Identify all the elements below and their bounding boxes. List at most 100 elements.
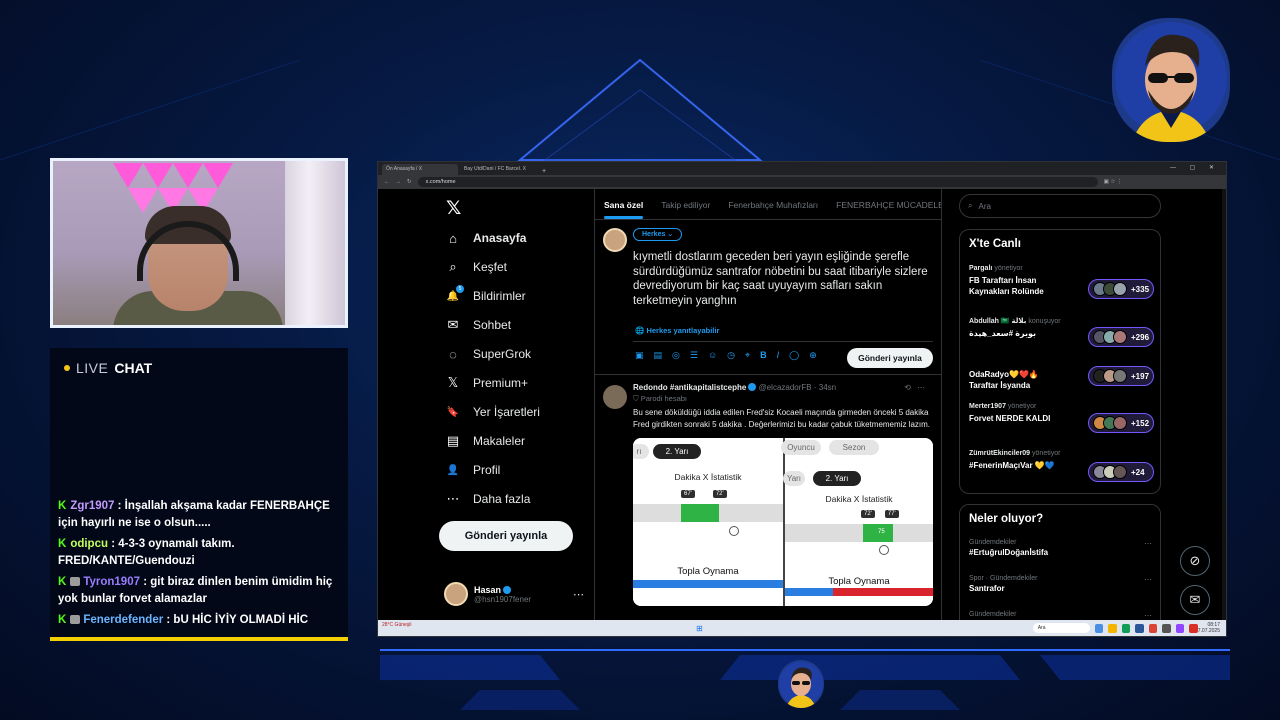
nav-item-home[interactable]: ⌂ Anasayfa — [446, 231, 526, 246]
tweet-author-name[interactable]: Redondo #antikapitalistcephe — [633, 383, 746, 392]
nav-item-bookmarks[interactable]: 🔖 Yer İşaretleri — [446, 405, 540, 419]
nav-item-profile[interactable]: 👤 Profil — [446, 463, 501, 477]
window-controls[interactable]: — ▢ ✕ — [1170, 164, 1220, 171]
scrollbar[interactable] — [1222, 189, 1226, 622]
space-listeners[interactable]: +335 — [1088, 279, 1154, 299]
nav-item-more[interactable]: ⋯ Daha fazla — [446, 491, 531, 506]
nav-item-premium[interactable]: 𝕏 Premium+ — [446, 375, 528, 390]
more-options-icon[interactable]: ⋯ — [917, 383, 931, 392]
tweet-actions[interactable]: ⟲⋯ — [904, 383, 931, 392]
url-field[interactable]: x.com/home — [417, 177, 1098, 187]
search-input[interactable]: ⌕ Ara — [959, 194, 1161, 218]
nav-item-notifications[interactable]: 🔔 5 Bildirimler — [446, 285, 526, 303]
reload-icon[interactable]: ↻ — [407, 179, 412, 185]
italic-icon[interactable]: I — [777, 350, 780, 361]
taskbar-search[interactable]: Ara — [1032, 623, 1090, 633]
space-item[interactable]: OdaRadyo💛❤️🔥 Taraftar İsyanda +197 — [969, 366, 1154, 391]
browser-tab-x-home[interactable]: Ön Anasayfa / X — [382, 164, 458, 175]
avatar — [444, 582, 468, 606]
explorer-icon[interactable] — [1108, 623, 1117, 633]
space-item[interactable]: ZümrütEkinciler09 yönetiyor #FenerinMaçı… — [969, 450, 1154, 482]
compose-toolbar: ▣ ▤ ◎ ☰ ☺ ◷ ⌖ B I ◯ ⊕ — [635, 350, 817, 361]
live-label: LIVE — [76, 360, 109, 376]
taskbar-clock[interactable]: 08:17 7.07.2025 — [1198, 622, 1220, 634]
nav-item-explore[interactable]: ⌕ Keşfet — [446, 259, 507, 274]
windows-start-icon[interactable]: ⊞ — [696, 624, 703, 633]
chat-username[interactable]: Tyron1907 — [83, 576, 140, 588]
trend-item[interactable]: Gündemdekiler #ErtuğrulDoğanİstifa ⋯ — [969, 539, 1154, 557]
gif-icon[interactable]: ▤ — [654, 350, 663, 361]
schedule-icon[interactable]: ◷ — [727, 350, 735, 361]
browser-tab-other[interactable]: Bay Utd/Dani / FC Barcel. X — [460, 164, 536, 175]
space-item[interactable]: Abdullah 🇸🇦 بلالة konuşuyor بوبرة #سعد_ه… — [969, 317, 1154, 347]
grok-float-button[interactable]: ⊘ — [1180, 546, 1210, 576]
app-icon[interactable] — [1189, 623, 1198, 633]
tweet-media-image[interactable]: rı 2. Yarı Dakika X İstatistik 67' 72' To… — [633, 438, 933, 606]
nav-item-chat[interactable]: ✉ Sohbet — [446, 317, 512, 332]
space-listeners[interactable]: +152 — [1088, 413, 1154, 433]
add-post-icon[interactable]: ⊕ — [809, 350, 817, 361]
image-icon[interactable]: ▣ — [635, 350, 644, 361]
tab-list-2[interactable]: FENERBAHÇE MÜCADELE — [827, 189, 941, 219]
audience-selector[interactable]: Herkes ⌄ — [633, 228, 683, 241]
chrome-icon[interactable] — [1148, 623, 1158, 633]
x-logo-icon[interactable]: 𝕏 — [446, 197, 461, 220]
space-host-name: Abdullah 🇸🇦 بلالة — [969, 318, 1027, 325]
poll-icon[interactable]: ☰ — [690, 350, 698, 361]
new-tab-icon[interactable]: + — [542, 168, 546, 175]
grok-icon[interactable]: ◎ — [672, 350, 680, 361]
compose-textarea[interactable]: kıymetli dostlarım geceden beri yayın eş… — [633, 250, 935, 308]
app-icon[interactable] — [1175, 623, 1185, 633]
notification-count-badge: 5 — [456, 285, 464, 293]
taskview-icon[interactable] — [1094, 623, 1104, 633]
grok-icon[interactable]: ⟲ — [904, 383, 917, 392]
space-host: Abdullah 🇸🇦 بلالة konuşuyor — [969, 317, 1154, 325]
tweet[interactable]: ⟲⋯ Redondo #antikapitalistcephe @elcazad… — [595, 375, 941, 606]
tweet-timestamp[interactable]: · 34sn — [814, 383, 836, 392]
tab-list-1[interactable]: Fenerbahçe Muhafızları — [719, 189, 827, 219]
app-icon[interactable] — [1162, 623, 1171, 633]
listener-avatar — [1113, 465, 1127, 479]
bold-icon[interactable]: B — [760, 350, 767, 361]
back-icon[interactable]: ← — [384, 179, 390, 185]
chat-username[interactable]: Zgr1907 — [70, 500, 114, 512]
space-item[interactable]: Merter1907 yönetiyor Forvet NERDE KALDI … — [969, 403, 1154, 433]
location-icon[interactable]: ⌖ — [745, 350, 750, 361]
emoji-icon[interactable]: ☺ — [708, 350, 717, 361]
space-listeners[interactable]: +24 — [1088, 462, 1154, 482]
space-listeners[interactable]: +197 — [1088, 366, 1154, 386]
space-listeners[interactable]: +296 — [1088, 327, 1154, 347]
tab-following[interactable]: Takip ediliyor — [652, 189, 719, 219]
nav-item-supergrok[interactable]: ◌ SuperGrok — [446, 347, 531, 362]
more-options-icon[interactable]: ⋯ — [1144, 539, 1152, 548]
space-host-role: yönetiyor — [1007, 403, 1037, 410]
trend-item[interactable]: Spor · Gündemdekiler Santrafor ⋯ — [969, 575, 1154, 593]
more-options-icon[interactable]: ⋯ — [573, 588, 584, 601]
space-host-role: yönetiyor — [994, 265, 1023, 272]
extensions-icon[interactable]: ▣ ☆ ⋮ — [1104, 179, 1123, 185]
account-switcher[interactable]: Hasan @hsn1907fener ⋯ — [444, 582, 584, 606]
more-options-icon[interactable]: ⋯ — [1144, 575, 1152, 584]
space-item[interactable]: Pargalı yönetiyor FB Taraftarı İnsan Kay… — [969, 265, 1154, 299]
stats-title: Dakika X İstatistik — [674, 472, 742, 482]
more-options-icon[interactable]: ⋯ — [1144, 611, 1152, 620]
trend-item[interactable]: Gündemdekiler ⋯ — [969, 611, 1154, 620]
tweet-author-handle[interactable]: @elcazadorFB — [759, 383, 812, 392]
ball-icon — [729, 526, 739, 536]
send-post-button[interactable]: Gönderi yayınla — [847, 348, 933, 368]
messages-float-button[interactable]: ✉ — [1180, 585, 1210, 615]
avatar[interactable] — [603, 385, 627, 409]
tab-for-you[interactable]: Sana özel — [595, 189, 652, 219]
reply-settings[interactable]: 🌐 Herkes yanıtlayabilir — [635, 326, 719, 335]
app-icon[interactable] — [1135, 623, 1144, 633]
forward-icon[interactable]: → — [396, 179, 402, 185]
post-button[interactable]: Gönderi yayınla — [439, 521, 573, 551]
chat-username[interactable]: odipcu — [70, 538, 108, 550]
chat-username[interactable]: Fenerdefender — [83, 614, 163, 626]
app-icon[interactable] — [1121, 623, 1131, 633]
possession-bar-home — [785, 588, 833, 596]
nav-item-articles[interactable]: ▤ Makaleler — [446, 433, 525, 448]
chat-message: K Zgr1907 : İnşallah akşama kadar FENERBA… — [58, 498, 343, 532]
weather-widget[interactable]: 28°C Güneşli — [382, 623, 412, 628]
tweet-header: Redondo #antikapitalistcephe @elcazadorF… — [633, 383, 933, 392]
